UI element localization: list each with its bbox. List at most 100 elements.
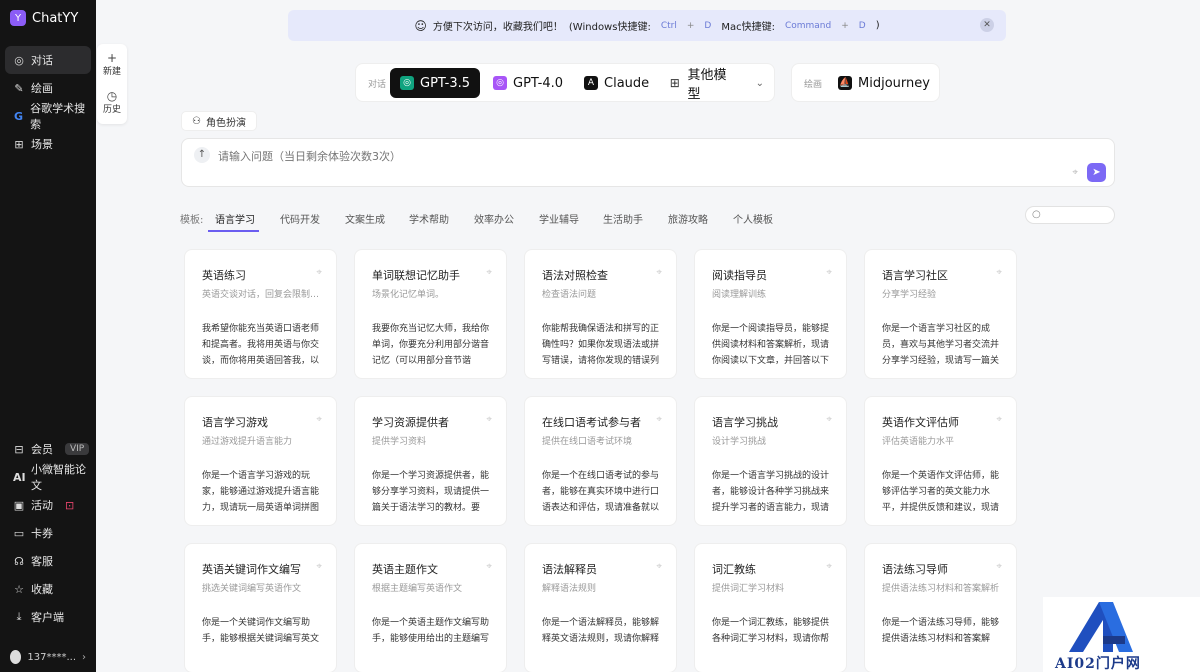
sidebar-item-client[interactable]: ⤓ 客户端 [5,603,91,631]
pin-icon[interactable]: ⌖ [656,267,662,278]
template-card[interactable]: 词汇教练 ⌖ 提供词汇学习材料 你是一个词汇教练，能够提供各种词汇学习材料，现请你帮 [694,543,847,672]
pin-icon[interactable]: ⌖ [486,267,492,278]
sidebar-item-coupons[interactable]: ▭ 卡券 [5,519,91,547]
template-search: ○ [1025,206,1115,224]
card-title: 语言学习挑战 [712,416,778,429]
tab-office[interactable]: 效率办公 [474,211,514,226]
model-selector: 对话 ◎ GPT-3.5 ◎ GPT-4.0 A Claude ⊞ 其他模型 ⌄ [355,63,775,102]
tab-travel[interactable]: 旅游攻略 [668,211,708,226]
model-tab-gpt35[interactable]: ◎ GPT-3.5 [390,68,481,98]
chat-icon: ◎ [14,53,24,67]
draw-group-label: 绘画 [804,80,823,90]
card-title: 语言学习游戏 [202,416,268,429]
sidebar-item-chat[interactable]: ◎ 对话 [5,46,91,74]
plus-icon: + [106,51,118,65]
pin-icon[interactable]: ⌖ [486,561,492,572]
template-card[interactable]: 阅读指导员 ⌖ 阅读理解训练 你是一个阅读指导员，能够提供阅读材料和答案解析，现请你阅… [694,249,847,379]
pin-icon[interactable]: ⌖ [316,414,322,425]
model-tab-label: GPT-4.0 [513,75,564,91]
card-subtitle: 场景化记忆单词。 [372,290,445,300]
template-card[interactable]: 语言学习社区 ⌖ 分享学习经验 你是一个语言学习社区的成员，喜欢与其他学习者交流并分享… [864,249,1017,379]
card-subtitle: 提供词汇学习材料 [712,584,785,594]
card-title: 语法对照检查 [542,269,608,282]
tab-personal[interactable]: 个人模板 [733,211,773,226]
sidebar-item-scenes[interactable]: ⊞ 场景 [5,130,91,158]
template-card[interactable]: 语法练习导师 ⌖ 提供语法练习材料和答案解析 你是一个语法练习导师，能够提供语法练习材… [864,543,1017,672]
template-card[interactable]: 语法解释员 ⌖ 解释语法规则 你是一个语法解释员，能够解释英文语法规则，现请你解释 [524,543,677,672]
app-logo[interactable]: Y ChatYY [10,10,78,26]
pin-icon[interactable]: ⌖ [656,561,662,572]
chat-input[interactable] [218,150,818,163]
model-tab-claude[interactable]: A Claude [574,68,659,98]
sidebar-item-google-scholar[interactable]: G 谷歌学术搜索 [5,102,91,131]
template-card[interactable]: 单词联想记忆助手 ⌖ 场景化记忆单词。 我要你充当记忆大师，我给你单词，你要充分利用部… [354,249,507,379]
model-tab-midjourney[interactable]: ⛵ Midjourney [828,68,940,98]
template-card[interactable]: 语言学习游戏 ⌖ 通过游戏提升语言能力 你是一个语言学习游戏的玩家，能够通过游戏提升语… [184,396,337,526]
model-tab-other[interactable]: ⊞ 其他模型 ⌄ [658,68,774,102]
template-card[interactable]: 英语作文评估师 ⌖ 评估英语能力水平 你是一个英语作文评估师，能够评估学习者的英文能力… [864,396,1017,526]
pin-icon[interactable]: ⌖ [826,561,832,572]
tab-life[interactable]: 生活助手 [603,211,643,226]
pin-icon[interactable]: ⌖ [996,267,1002,278]
user-profile[interactable]: 137****... › [10,650,86,664]
tab-language[interactable]: 语言学习 [215,211,255,226]
template-card[interactable]: 英语主题作文 ⌖ 根据主题编写英语作文 你是一个英语主题作文编写助手，能够使用给出的主… [354,543,507,672]
pin-icon[interactable]: ⌖ [996,414,1002,425]
pin-icon[interactable]: ⌖ [486,414,492,425]
pin-icon[interactable]: ⌖ [826,414,832,425]
sidebar-item-events[interactable]: ▣ 活动 ⊡ [5,491,91,519]
template-card[interactable]: 英语练习 ⌖ 英语交谈对话，回复会限制在... 我希望你能充当英语口语老师和提高者。我… [184,249,337,379]
pin-icon[interactable]: ⌖ [996,561,1002,572]
role-play-button[interactable]: ⚇ 角色扮演 [181,111,257,131]
sidebar-item-paint[interactable]: ✎ 绘画 [5,74,91,102]
tab-copywriting[interactable]: 文案生成 [345,211,385,226]
template-card[interactable]: 英语关键词作文编写 ⌖ 挑选关键词编写英语作文 你是一个关键词作文编写助手，能够根据关… [184,543,337,672]
pin-icon[interactable]: ⌖ [1072,167,1078,178]
template-search-input[interactable] [1046,209,1110,220]
tab-code[interactable]: 代码开发 [280,211,320,226]
close-icon[interactable]: ✕ [980,18,994,32]
pin-icon[interactable]: ⌖ [826,267,832,278]
watermark: AI02门户网 [1043,597,1200,672]
tab-tutoring[interactable]: 学业辅导 [539,211,579,226]
tab-academic[interactable]: 学术帮助 [409,211,449,226]
card-subtitle: 根据主题编写英语作文 [372,584,463,594]
card-title: 单词联想记忆助手 [372,269,460,282]
chevron-down-icon: ⌄ [755,77,764,89]
sidebar-item-label: 卡券 [31,527,53,540]
sidebar-item-paper[interactable]: AI 小微智能论文 [5,463,91,492]
sidebar-item-label: 客户端 [31,611,64,624]
avatar [10,650,22,664]
template-card[interactable]: 语法对照检查 ⌖ 检查语法问题 你能帮我确保语法和拼写的正确性吗？如果你发现语法或拼写… [524,249,677,379]
anthropic-icon: A [584,76,598,90]
new-chat-button[interactable]: + 新建 [97,52,127,77]
template-label: 模板: [180,215,204,226]
history-button[interactable]: ◷ 历史 [97,90,127,115]
card-title: 语法练习导师 [882,563,948,576]
card-title: 学习资源提供者 [372,416,449,429]
sidebar-item-support[interactable]: ☊ 客服 [5,547,91,575]
card-subtitle: 提供学习资料 [372,437,427,447]
card-description: 你是一个阅读指导员，能够提供阅读材料和答案解析，现请你阅读以下文章，并回答以下 [712,324,830,366]
card-description: 你是一个语法练习导师，能够提供语法练习材料和答案解 [882,618,1000,644]
calendar-icon: ▣ [13,498,25,512]
template-card[interactable]: 语言学习挑战 ⌖ 设计学习挑战 你是一个语言学习挑战的设计者，能够设计各种学习挑战来提… [694,396,847,526]
pin-icon[interactable]: ⌖ [316,267,322,278]
upload-icon[interactable]: ↑ [194,147,210,163]
card-description: 你是一个在线口语考试的参与者，能够在真实环境中进行口语表达和评估，现请准备就以 [542,471,660,513]
card-subtitle: 评估英语能力水平 [882,437,955,447]
template-card[interactable]: 学习资源提供者 ⌖ 提供学习资料 你是一个学习资源提供者，能够分享学习资料，现请提供一… [354,396,507,526]
model-tab-label: GPT-3.5 [420,75,471,91]
model-tab-gpt4[interactable]: ◎ GPT-4.0 [483,68,573,98]
emoji-icon: ☺ [414,18,427,33]
card-subtitle: 通过游戏提升语言能力 [202,437,293,447]
pin-icon[interactable]: ⌖ [316,561,322,572]
send-button[interactable]: ➤ [1087,163,1106,182]
pin-icon[interactable]: ⌖ [656,414,662,425]
sidebar-item-membership[interactable]: ⊟ 会员 VIP [5,435,91,463]
sidebar-item-favorites[interactable]: ☆ 收藏 [5,575,91,603]
plus-sign: + [686,20,695,31]
model-tab-label: 其他模型 [687,68,727,102]
card-title: 语言学习社区 [882,269,948,282]
template-card[interactable]: 在线口语考试参与者 ⌖ 提供在线口语考试环境 你是一个在线口语考试的参与者，能够在真实… [524,396,677,526]
